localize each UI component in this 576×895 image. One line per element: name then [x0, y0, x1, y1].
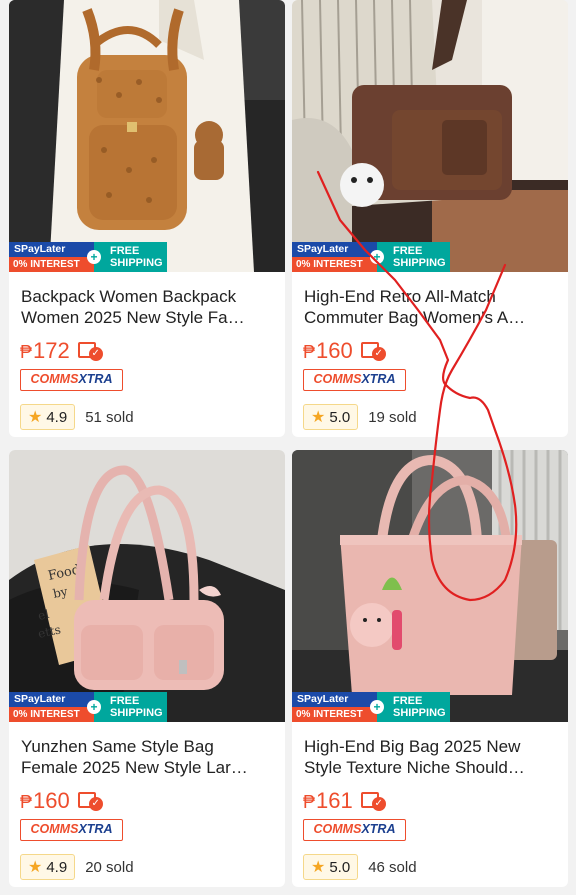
product-price: ₱160 — [303, 338, 353, 363]
price-row: ₱161 ✓ — [303, 788, 387, 814]
product-image[interactable]: SPayLater 0% INTEREST FREE SHIPPING + — [9, 0, 285, 272]
rating-row: ★ 4.9 20 sold — [20, 853, 134, 881]
free-shipping-label: FREE SHIPPING — [377, 242, 450, 272]
price-row: ₱160 ✓ — [20, 788, 104, 814]
promo-badge: SPayLater 0% INTEREST FREE SHIPPING + — [9, 692, 167, 722]
free-shipping-label: FREE SHIPPING — [94, 692, 167, 722]
price-row: ₱160 ✓ — [303, 338, 387, 364]
product-card[interactable]: SPayLater 0% INTEREST FREE SHIPPING + Hi… — [292, 0, 568, 437]
product-image[interactable]: Food by el etts SPayLater 0% INTEREST FR… — [9, 450, 285, 722]
pink-tote-bag-photo — [292, 450, 568, 722]
product-card[interactable]: SPayLater 0% INTEREST FREE SHIPPING + Ba… — [9, 0, 285, 437]
messenger-bag-photo — [292, 0, 568, 272]
voucher-icon: ✓ — [77, 791, 104, 811]
promo-badge: SPayLater 0% INTEREST FREE SHIPPING + — [292, 692, 450, 722]
sold-count: 19 sold — [368, 408, 417, 426]
price-row: ₱172 ✓ — [20, 338, 104, 364]
commsxtra-badge: COMMSXTRA — [20, 369, 123, 391]
spaylater-label: SPayLater — [9, 242, 94, 257]
rating-badge: ★ 5.0 — [303, 404, 359, 430]
product-card[interactable]: SPayLater 0% INTEREST FREE SHIPPING + Hi… — [292, 450, 568, 887]
promo-badge: SPayLater 0% INTEREST FREE SHIPPING + — [292, 242, 450, 272]
free-shipping-label: FREE SHIPPING — [377, 692, 450, 722]
product-price: ₱161 — [303, 788, 353, 813]
product-price: ₱172 — [20, 338, 70, 363]
rating-row: ★ 4.9 51 sold — [20, 403, 134, 431]
product-title[interactable]: Backpack Women Backpack Women 2025 New S… — [21, 286, 277, 330]
spaylater-label: SPayLater — [292, 692, 377, 707]
interest-label: 0% INTEREST — [292, 707, 377, 722]
product-title[interactable]: High-End Big Bag 2025 New Style Texture … — [304, 736, 560, 780]
product-title[interactable]: Yunzhen Same Style Bag Female 2025 New S… — [21, 736, 277, 780]
interest-label: 0% INTEREST — [9, 707, 94, 722]
promo-badge: SPayLater 0% INTEREST FREE SHIPPING + — [9, 242, 167, 272]
rating-badge: ★ 4.9 — [20, 854, 76, 880]
interest-label: 0% INTEREST — [9, 257, 94, 272]
rating-badge: ★ 4.9 — [20, 404, 76, 430]
commsxtra-badge: COMMSXTRA — [303, 819, 406, 841]
star-icon: ★ — [311, 409, 326, 426]
plus-icon: + — [370, 700, 384, 714]
spaylater-label: SPayLater — [9, 692, 94, 707]
plus-icon: + — [370, 250, 384, 264]
voucher-icon: ✓ — [360, 341, 387, 361]
product-price: ₱160 — [20, 788, 70, 813]
rating-row: ★ 5.0 46 sold — [303, 853, 417, 881]
product-card[interactable]: Food by el etts SPayLater 0% INTEREST FR… — [9, 450, 285, 887]
star-icon: ★ — [28, 859, 43, 876]
plus-icon: + — [87, 700, 101, 714]
free-shipping-label: FREE SHIPPING — [94, 242, 167, 272]
pink-shoulder-bag-photo: Food by el etts — [9, 450, 285, 722]
product-image[interactable]: SPayLater 0% INTEREST FREE SHIPPING + — [292, 0, 568, 272]
star-icon: ★ — [311, 859, 326, 876]
rating-row: ★ 5.0 19 sold — [303, 403, 417, 431]
voucher-icon: ✓ — [360, 791, 387, 811]
star-icon: ★ — [28, 409, 43, 426]
plus-icon: + — [87, 250, 101, 264]
commsxtra-badge: COMMSXTRA — [20, 819, 123, 841]
product-image[interactable]: SPayLater 0% INTEREST FREE SHIPPING + — [292, 450, 568, 722]
sold-count: 51 sold — [85, 408, 134, 426]
product-grid: SPayLater 0% INTEREST FREE SHIPPING + Ba… — [0, 0, 576, 895]
spaylater-label: SPayLater — [292, 242, 377, 257]
voucher-icon: ✓ — [77, 341, 104, 361]
product-title[interactable]: High-End Retro All-Match Commuter Bag Wo… — [304, 286, 560, 330]
backpack-photo — [9, 0, 285, 272]
interest-label: 0% INTEREST — [292, 257, 377, 272]
sold-count: 46 sold — [368, 858, 417, 876]
sold-count: 20 sold — [85, 858, 134, 876]
commsxtra-badge: COMMSXTRA — [303, 369, 406, 391]
rating-badge: ★ 5.0 — [303, 854, 359, 880]
